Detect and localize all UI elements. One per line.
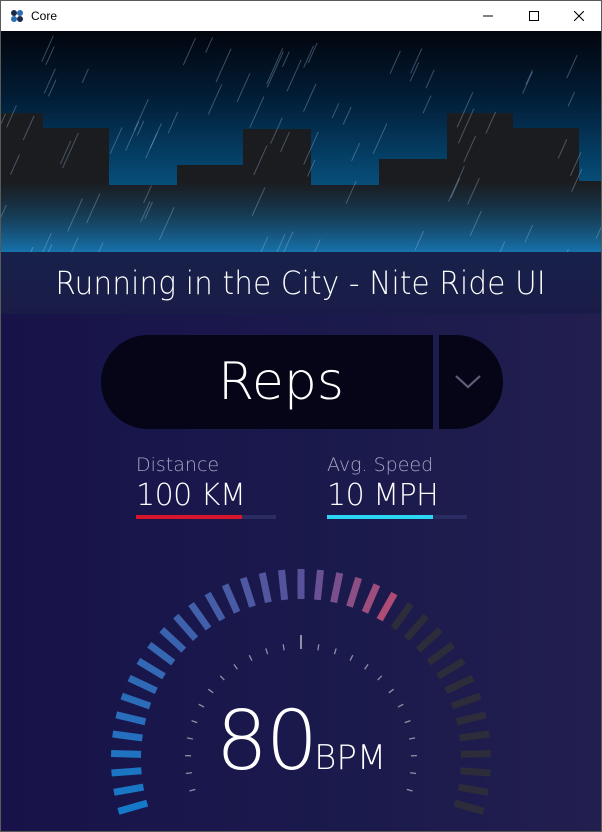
minimize-button[interactable] <box>465 1 511 31</box>
gauge-tick <box>282 644 285 651</box>
rain-streak <box>282 51 290 67</box>
gauge-segment <box>117 799 149 815</box>
city-rain-banner <box>1 31 601 252</box>
rain-streak <box>307 42 318 64</box>
rain-streak <box>215 48 232 83</box>
rain-streak <box>81 68 89 84</box>
rain-streak <box>410 48 423 74</box>
speed-label: Avg. Speed <box>327 454 434 476</box>
gauge-segment <box>361 583 381 614</box>
city-skyline-illustration <box>1 35 601 252</box>
rain-streak <box>236 73 251 102</box>
maximize-button[interactable] <box>511 1 557 31</box>
app-icon <box>11 10 23 22</box>
rain-streak <box>167 111 179 134</box>
speed-value: 10 MPH <box>327 478 439 513</box>
rain-streak <box>303 45 314 68</box>
title-bar[interactable]: Core <box>1 1 601 31</box>
minimize-icon <box>483 15 493 17</box>
rain-streak <box>249 96 265 128</box>
gauge-tick <box>233 663 238 670</box>
close-icon <box>574 11 584 21</box>
rain-streak <box>182 37 197 66</box>
rain-streak <box>266 51 284 88</box>
rain-streak <box>351 142 361 162</box>
gauge-segment <box>346 576 362 608</box>
gauge-tick <box>265 648 269 655</box>
gauge-segment <box>188 601 212 631</box>
rain-streak <box>43 68 56 94</box>
rain-streak <box>266 48 284 84</box>
rain-streak <box>331 103 340 119</box>
rain-streak <box>41 35 54 62</box>
rain-streak <box>205 37 214 53</box>
rain-streak <box>302 83 317 112</box>
rain-streak <box>342 106 352 125</box>
rain-streak <box>522 71 533 94</box>
gauge-tick <box>406 788 413 792</box>
gauge-segment <box>258 572 272 604</box>
close-button[interactable] <box>556 1 601 31</box>
gauge-segment <box>403 613 429 641</box>
gauge-tick <box>364 663 369 670</box>
dropdown-toggle-button[interactable] <box>439 335 503 429</box>
page-header: Running in the City - Nite Ride UI <box>1 252 601 314</box>
rain-streak <box>389 50 401 74</box>
workout-type-dropdown[interactable]: Reps <box>101 335 503 429</box>
gauge-tick <box>377 675 383 681</box>
gauge-tick <box>248 654 253 661</box>
gauge-segment <box>436 657 466 680</box>
gauge-tick <box>333 648 337 655</box>
chevron-down-icon <box>455 375 481 389</box>
workout-panel: Reps Distance 100 KM Avg. Speed 10 MPH 8… <box>1 314 601 831</box>
gauge-segment <box>313 569 324 601</box>
distance-value: 100 KM <box>136 478 246 513</box>
gauge-segment <box>453 799 485 815</box>
gauge-tick <box>189 788 196 792</box>
page-title: Running in the City - Nite Ride UI <box>55 264 547 302</box>
rain-streak <box>525 69 534 85</box>
gauge-tick <box>349 654 354 661</box>
gauge-segment <box>204 591 226 622</box>
workout-type-select[interactable]: Reps <box>101 335 433 429</box>
rain-streak <box>425 69 435 89</box>
gauge-tick <box>317 644 320 651</box>
gauge-segment <box>136 657 166 680</box>
gauge-segment <box>444 674 475 694</box>
rain-streak <box>109 127 123 154</box>
heart-rate-value: 80 <box>215 694 318 789</box>
gauge-tick <box>388 688 395 694</box>
distance-stat: Distance 100 KM <box>136 454 276 519</box>
maximize-icon <box>529 11 539 21</box>
gauge-tick <box>207 688 214 694</box>
gauge-segment <box>159 627 187 653</box>
gauge-segment <box>376 591 398 622</box>
heart-rate-readout: 80BPM <box>1 694 601 789</box>
gauge-segment <box>415 627 443 653</box>
gauge-segment <box>127 674 158 694</box>
speed-stat: Avg. Speed 10 MPH <box>327 454 467 519</box>
rain-streak <box>422 95 432 114</box>
gauge-tick <box>219 675 225 681</box>
rain-streak <box>566 54 578 79</box>
gauge-segment <box>330 572 344 604</box>
window-title: Core <box>31 9 58 23</box>
rain-streak <box>567 91 576 107</box>
rain-streak <box>286 59 302 92</box>
gauge-segment <box>390 601 414 631</box>
distance-label: Distance <box>136 454 220 476</box>
app-window: Core Running in the City - Nite Ride UI … <box>0 0 602 832</box>
rain-streak <box>372 123 388 155</box>
workout-type-value: Reps <box>218 352 344 412</box>
gauge-segment <box>173 613 199 641</box>
gauge-segment <box>278 569 289 601</box>
rain-streak <box>207 84 223 115</box>
gauge-segment <box>147 641 176 666</box>
heart-rate-unit: BPM <box>314 738 387 778</box>
gauge-segment <box>240 576 256 608</box>
gauge-segment <box>221 583 241 614</box>
rain-streak <box>149 123 162 149</box>
gauge-segment <box>426 641 455 666</box>
